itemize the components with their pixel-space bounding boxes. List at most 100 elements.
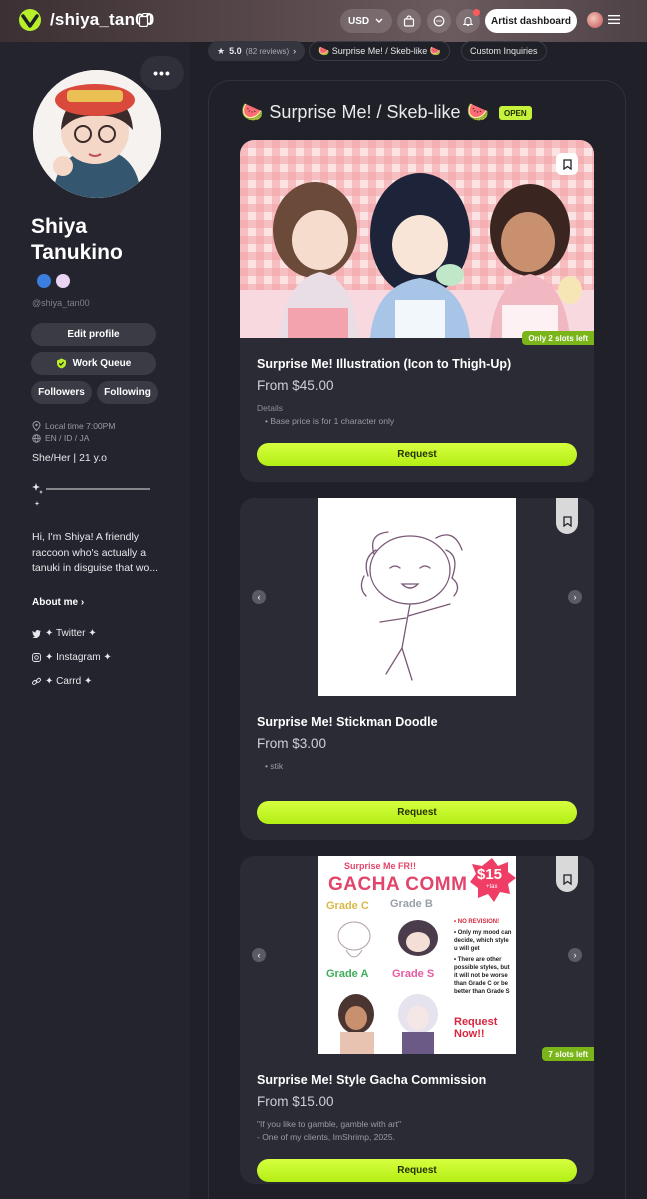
flyer-headline: Surprise Me FR!! [344, 861, 417, 871]
logo-icon[interactable] [17, 8, 44, 32]
chevron-right-icon: › [573, 950, 577, 960]
carrd-label: ✦ Carrd ✦ [45, 676, 93, 687]
flyer-price: $15 [477, 866, 503, 883]
work-queue-button[interactable]: Work Queue [31, 352, 156, 375]
profile-picture [33, 70, 161, 198]
flyer-note: • NO REVISION! [454, 919, 500, 925]
edit-profile-button[interactable]: Edit profile [31, 323, 156, 346]
more-options-button[interactable]: ••• [140, 56, 184, 90]
profile-illustration [33, 70, 161, 198]
rating-value: 5.0 [229, 46, 242, 56]
flyer-price-note: +tax [486, 884, 498, 890]
slots-left-badge: Only 2 slots left [522, 331, 594, 345]
notification-dot [473, 9, 480, 16]
social-link-twitter[interactable]: ✦ Twitter ✦ [32, 628, 97, 639]
review-count: (82 reviews) [245, 46, 290, 56]
bookmark-button[interactable] [556, 153, 578, 175]
slots-left-badge: 7 slots left [542, 1047, 594, 1061]
card-quote-author: - One of my clients, ImShrimp, 2025. [257, 1132, 395, 1142]
social-link-instagram[interactable]: ✦ Instagram ✦ [32, 652, 112, 663]
chevron-right-icon: › [573, 592, 577, 602]
section-title: 🍉 Surprise Me! / Skeb-like 🍉 [241, 102, 489, 123]
request-button[interactable]: Request [257, 443, 577, 466]
carousel-prev-button[interactable]: ‹ [252, 948, 266, 962]
carousel-prev-button[interactable]: ‹ [252, 590, 266, 604]
local-time: Local time 7:00PM [32, 421, 115, 431]
bookmark-icon [562, 516, 572, 527]
bookmark-button[interactable] [556, 498, 578, 534]
link-icon [32, 677, 41, 685]
card-price: From $3.00 [257, 736, 327, 751]
card-title: Surprise Me! Stickman Doodle [257, 715, 438, 729]
grade-b-label: Grade B [390, 898, 433, 910]
section-title-text: Surprise Me! / Skeb-like [269, 102, 461, 122]
commission-card[interactable]: Surprise Me FR!! GACHA COMM $15 +tax Gra… [240, 856, 594, 1184]
social-link-carrd[interactable]: ✦ Carrd ✦ [32, 676, 92, 687]
location-pin-icon [32, 421, 41, 431]
messages-button[interactable] [427, 9, 451, 33]
copy-icon[interactable] [139, 13, 151, 27]
bookmark-icon [562, 874, 572, 885]
commission-card[interactable]: Only 2 slots left Surprise Me! Illustrat… [240, 140, 594, 482]
card-title: Surprise Me! Illustration (Icon to Thigh… [257, 357, 512, 371]
flyer-cta: Request Now!! [454, 1016, 498, 1040]
followers-button[interactable]: Followers [31, 381, 92, 404]
artist-dashboard-button[interactable]: Artist dashboard [485, 9, 577, 33]
request-button[interactable]: Request [257, 1159, 577, 1182]
following-button[interactable]: Following [97, 381, 158, 404]
languages-text: EN / ID / JA [45, 433, 90, 443]
request-button[interactable]: Request [257, 801, 577, 824]
about-me-label: About me [32, 597, 79, 608]
tab-reviews[interactable]: ★ 5.0 (82 reviews) › [208, 41, 306, 61]
globe-icon [32, 433, 41, 443]
twitter-bird-icon [32, 629, 41, 638]
commission-preview-image[interactable]: Surprise Me FR!! GACHA COMM $15 +tax Gra… [240, 856, 594, 1054]
commission-preview-image[interactable] [240, 140, 594, 338]
supporter-badge-icon [56, 274, 70, 288]
work-queue-label: Work Queue [72, 358, 132, 369]
watermelon-icon: 🍉 [241, 102, 264, 122]
user-avatar[interactable] [587, 12, 603, 28]
local-time-text: Local time 7:00PM [45, 421, 116, 431]
flyer-notes: • NO REVISION! • Only my mood can decide… [454, 918, 514, 996]
gacha-flyer: Surprise Me FR!! GACHA COMM $15 +tax Gra… [318, 856, 516, 1054]
card-price: From $45.00 [257, 378, 334, 393]
details-text: • stik [265, 761, 284, 771]
display-name: Shiya Tanukino [31, 215, 123, 264]
chevron-left-icon: ‹ [257, 950, 261, 960]
instagram-label: ✦ Instagram ✦ [45, 652, 112, 663]
grade-c-label: Grade C [326, 900, 369, 912]
star-icon: ★ [217, 45, 226, 56]
instagram-icon [32, 653, 41, 662]
chevron-right-icon: › [293, 46, 297, 56]
status-badge: OPEN [499, 106, 532, 120]
bookmark-button[interactable] [556, 856, 578, 892]
about-me-link[interactable]: About me › [32, 597, 84, 608]
commission-preview-image[interactable] [240, 498, 594, 696]
cart-button[interactable] [397, 9, 421, 33]
chat-bubble-icon [433, 15, 445, 27]
bell-icon [462, 17, 474, 27]
notifications-button[interactable] [456, 9, 480, 33]
card-price: From $15.00 [257, 1094, 334, 1109]
languages: EN / ID / JA [32, 433, 89, 443]
watermelon-icon: 🍉 [466, 102, 489, 122]
carousel-next-button[interactable]: › [568, 590, 582, 604]
chevron-right-icon: › [80, 597, 85, 608]
shield-check-icon [56, 358, 66, 369]
hamburger-menu-icon[interactable] [608, 14, 620, 25]
commission-card[interactable]: ‹ › Surprise Me! Stickman Doodle From $3… [240, 498, 594, 840]
tab-custom-inquiries[interactable]: Custom Inquiries [461, 41, 547, 61]
details-label: Details [257, 403, 283, 413]
username: @shiya_tan00 [32, 298, 90, 308]
sparkle-divider-decoration [32, 483, 150, 506]
flyer-note: • Only my mood can decide, which style u… [454, 930, 512, 952]
details-text: • Base price is for 1 character only [265, 416, 395, 426]
pronouns-age: She/Her | 21 y.o [32, 452, 107, 464]
tab-surprise-me[interactable]: 🍉 Surprise Me! / Skeb-like 🍉 [309, 41, 450, 61]
currency-select[interactable]: USD [340, 9, 392, 33]
flyer-title: GACHA COMM [328, 874, 468, 895]
flyer-note: • There are other possible styles, but i… [454, 957, 510, 995]
carousel-next-button[interactable]: › [568, 948, 582, 962]
chevron-down-icon [375, 18, 383, 23]
